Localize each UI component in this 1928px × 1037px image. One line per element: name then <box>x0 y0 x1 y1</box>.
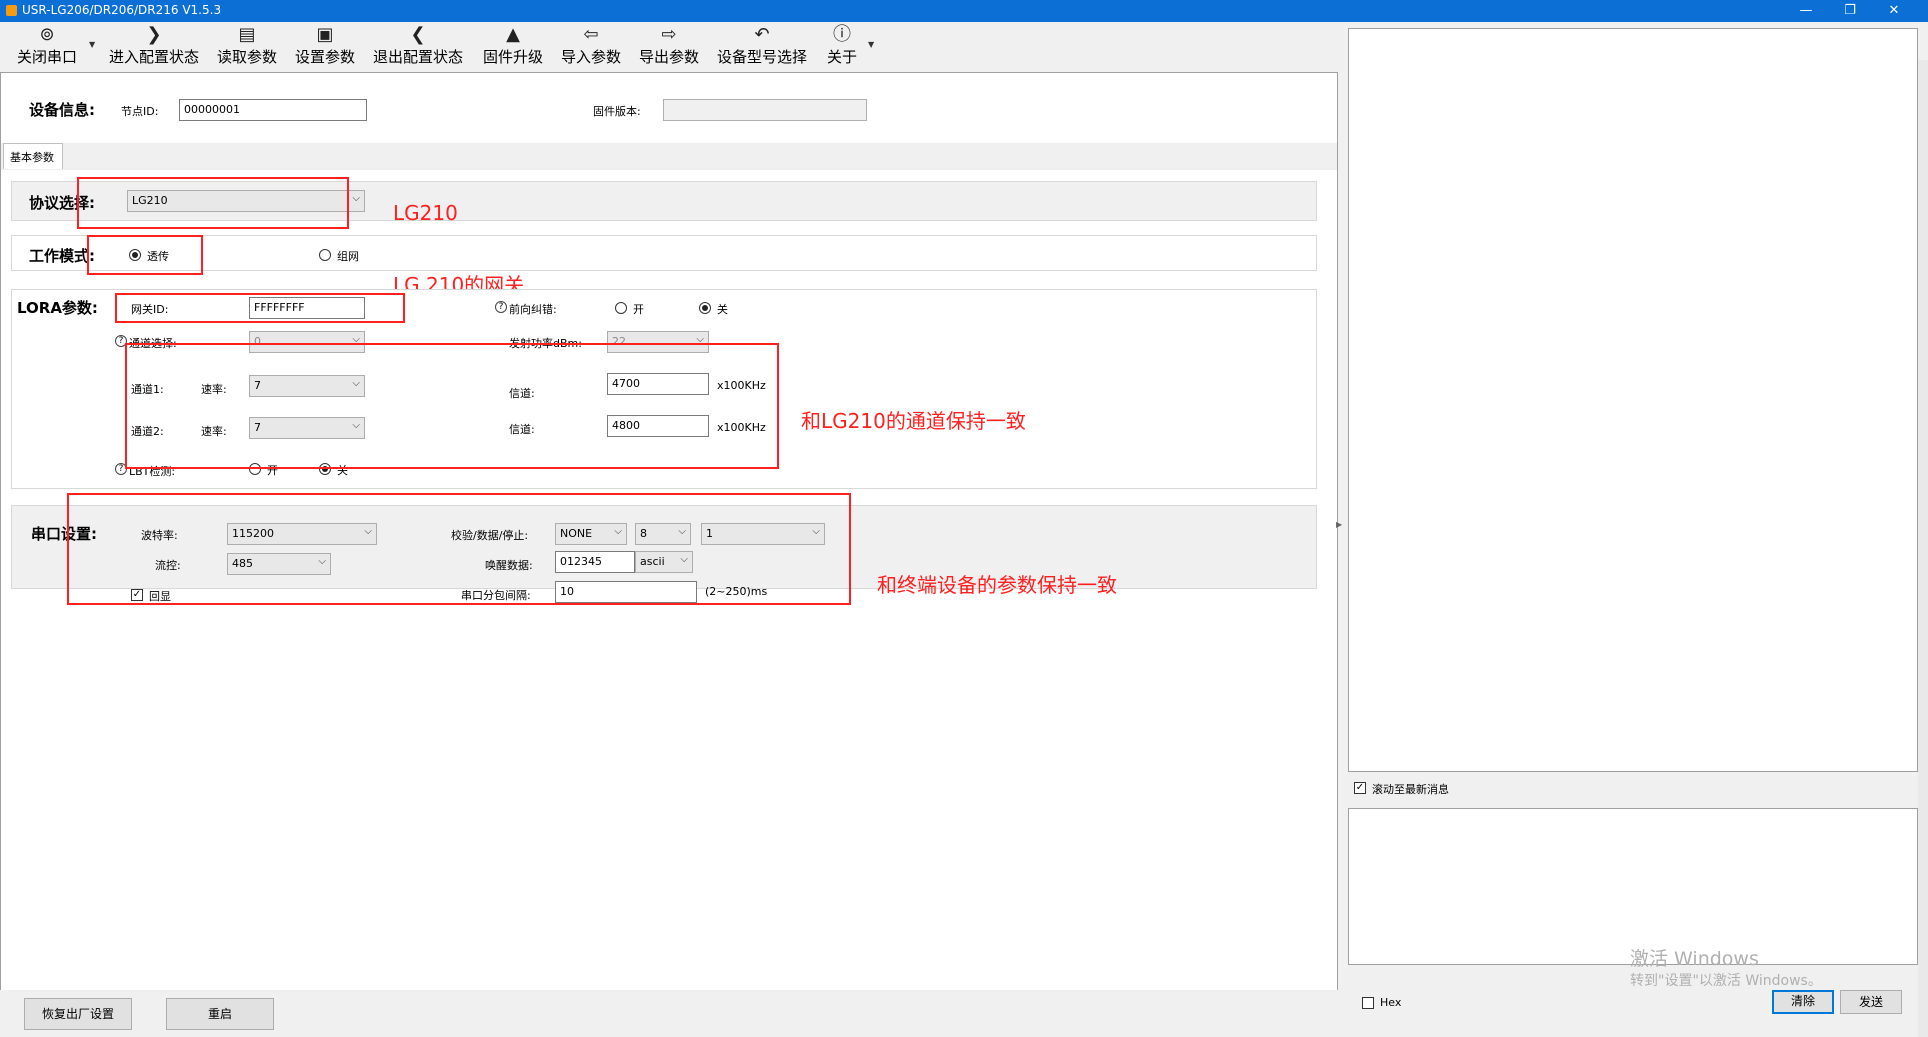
chevron-right-icon: ❯ <box>146 24 162 45</box>
main-panel: 设备信息: 节点ID: 00000001 固件版本: 基本参数 协议选择: LG… <box>0 72 1338 990</box>
dropdown-arrow-icon[interactable]: ▼ <box>89 40 95 49</box>
save-icon: ▣ <box>316 24 334 45</box>
app-icon <box>6 5 17 16</box>
fec-off-label: 关 <box>717 303 728 316</box>
close-serial-button[interactable]: ⊚ 关闭串口 <box>12 24 82 68</box>
annotation-box-protocol <box>77 177 349 229</box>
set-params-button[interactable]: ▣ 设置参数 <box>290 24 360 68</box>
annotation-box-gateway <box>115 293 405 323</box>
annotation-box-mode <box>87 235 203 275</box>
export-icon: ⇨ <box>661 24 677 45</box>
work-mode-section <box>11 235 1317 271</box>
tab-strip <box>1 143 1337 171</box>
lora-label: LORA参数: <box>17 299 98 317</box>
maximize-button[interactable]: ❐ <box>1828 0 1872 22</box>
hex-label: Hex <box>1380 996 1402 1009</box>
tab-basic-params[interactable]: 基本参数 <box>3 143 63 169</box>
restart-button[interactable]: 重启 <box>166 998 274 1030</box>
restore-factory-button[interactable]: 恢复出厂设置 <box>24 998 132 1030</box>
title-bar: USR-LG206/DR206/DR216 V1.5.3 — ❐ ✕ <box>0 0 1928 22</box>
send-button[interactable]: 发送 <box>1840 990 1902 1014</box>
annotation-box-channels <box>125 343 779 469</box>
watermark-subtitle: 转到"设置"以激活 Windows。 <box>1630 973 1822 989</box>
watermark-title: 激活 Windows <box>1630 948 1759 970</box>
scroll-latest-checkbox[interactable]: ✓ <box>1354 782 1366 794</box>
hex-checkbox[interactable] <box>1362 997 1374 1009</box>
overflow-arrow-icon[interactable]: ▼ <box>868 40 874 49</box>
undo-icon: ↶ <box>754 24 770 45</box>
chevron-left-icon: ❮ <box>410 24 426 45</box>
fec-help-icon[interactable]: ? <box>495 301 507 313</box>
mode-network-radio[interactable] <box>319 249 331 261</box>
annotation-box-serial <box>67 493 851 605</box>
minimize-button[interactable]: — <box>1784 0 1828 22</box>
edge-strip <box>1918 60 1928 1037</box>
about-button[interactable]: ⓘ 关于 <box>820 24 864 68</box>
scroll-latest-label: 滚动至最新消息 <box>1372 783 1449 796</box>
toolbar: ⊚ 关闭串口 ▼ ❯ 进入配置状态 ▤ 读取参数 ▣ 设置参数 ❮ 退出配置状态… <box>0 22 1342 70</box>
window-title: USR-LG206/DR206/DR216 V1.5.3 <box>22 3 222 17</box>
enter-config-button[interactable]: ❯ 进入配置状态 <box>104 24 204 68</box>
fec-on-radio[interactable] <box>615 302 627 314</box>
work-mode-label: 工作模式: <box>29 247 95 265</box>
chevron-down-icon: ⌵ <box>352 193 360 204</box>
firmware-label: 固件版本: <box>593 105 641 118</box>
fec-on-label: 开 <box>633 303 644 316</box>
location-icon: ⊚ <box>39 24 55 45</box>
import-icon: ⇦ <box>583 24 599 45</box>
annotation-lg210: LG210 <box>393 201 458 225</box>
node-id-label: 节点ID: <box>121 105 159 118</box>
firmware-upgrade-button[interactable]: ▲ 固件升级 <box>478 24 548 68</box>
fec-off-radio[interactable] <box>699 302 711 314</box>
clear-button[interactable]: 清除 <box>1772 990 1834 1014</box>
annotation-channel: 和LG210的通道保持一致 <box>801 409 1026 433</box>
exit-config-button[interactable]: ❮ 退出配置状态 <box>368 24 468 68</box>
firmware-input[interactable] <box>663 99 867 121</box>
read-doc-icon: ▤ <box>238 24 256 45</box>
read-params-button[interactable]: ▤ 读取参数 <box>212 24 282 68</box>
import-params-button[interactable]: ⇦ 导入参数 <box>556 24 626 68</box>
mode-network-label: 组网 <box>337 250 359 263</box>
log-output-area[interactable] <box>1348 28 1918 772</box>
annotation-serial: 和终端设备的参数保持一致 <box>877 573 1117 597</box>
device-model-button[interactable]: ↶ 设备型号选择 <box>712 24 812 68</box>
export-params-button[interactable]: ⇨ 导出参数 <box>634 24 704 68</box>
rocket-icon: ▲ <box>506 24 520 45</box>
splitter-arrow-icon[interactable]: ▶ <box>1336 520 1342 529</box>
device-info-heading: 设备信息: <box>29 101 95 119</box>
info-icon: ⓘ <box>833 24 851 45</box>
close-window-button[interactable]: ✕ <box>1872 0 1916 22</box>
fec-label: 前向纠错: <box>509 303 557 316</box>
send-input-area[interactable] <box>1348 808 1918 965</box>
node-id-input[interactable]: 00000001 <box>179 99 367 121</box>
